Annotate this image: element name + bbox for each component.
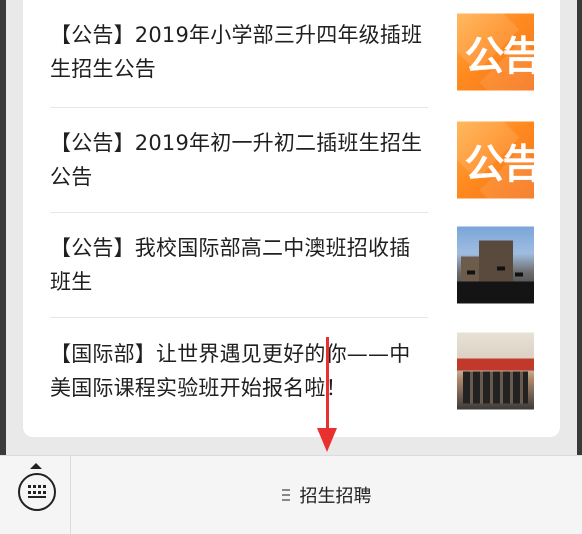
menu-item-recruitment[interactable]: 招生招聘	[71, 456, 582, 534]
red-arrow-annotation	[326, 337, 329, 433]
window-left-edge	[0, 0, 6, 455]
article-item[interactable]: 【公告】2019年初一升初二插班生招生公告 公告	[50, 108, 534, 212]
article-title[interactable]: 【公告】2019年初一升初二插班生招生公告	[50, 126, 430, 194]
bottom-menu-bar: 招生招聘	[0, 455, 582, 534]
red-arrow-head-icon	[317, 428, 337, 452]
article-title[interactable]: 【国际部】让世界遇见更好的你——中美国际课程实验班开始报名啦！	[50, 337, 430, 405]
graduation-photo-thumbnail[interactable]	[457, 226, 534, 304]
notice-thumbnail[interactable]: 公告	[457, 13, 535, 91]
article-title[interactable]: 【公告】我校国际部高二中澳班招收插班生	[50, 231, 430, 299]
keyboard-icon	[18, 473, 56, 511]
article-item[interactable]: 【公告】2019年小学部三升四年级插班生招生公告 公告	[50, 0, 534, 104]
notice-thumbnail-text: 公告	[464, 141, 535, 187]
article-list-card: 【公告】2019年小学部三升四年级插班生招生公告 公告 【公告】2019年初一升…	[23, 0, 560, 437]
notice-thumbnail[interactable]: 公告	[457, 121, 535, 199]
keyboard-toggle-button[interactable]	[0, 456, 71, 534]
menu-list-icon	[281, 489, 290, 501]
window-right-edge	[577, 0, 582, 455]
article-item[interactable]: 【国际部】让世界遇见更好的你——中美国际课程实验班开始报名啦！	[50, 318, 534, 424]
menu-item-label: 招生招聘	[299, 486, 372, 507]
chevron-up-icon	[30, 463, 42, 469]
article-item[interactable]: 【公告】我校国际部高二中澳班招收插班生	[50, 213, 534, 317]
article-title[interactable]: 【公告】2019年小学部三升四年级插班生招生公告	[50, 18, 430, 86]
notice-thumbnail-text: 公告	[464, 33, 535, 79]
meeting-photo-thumbnail[interactable]	[457, 332, 534, 410]
